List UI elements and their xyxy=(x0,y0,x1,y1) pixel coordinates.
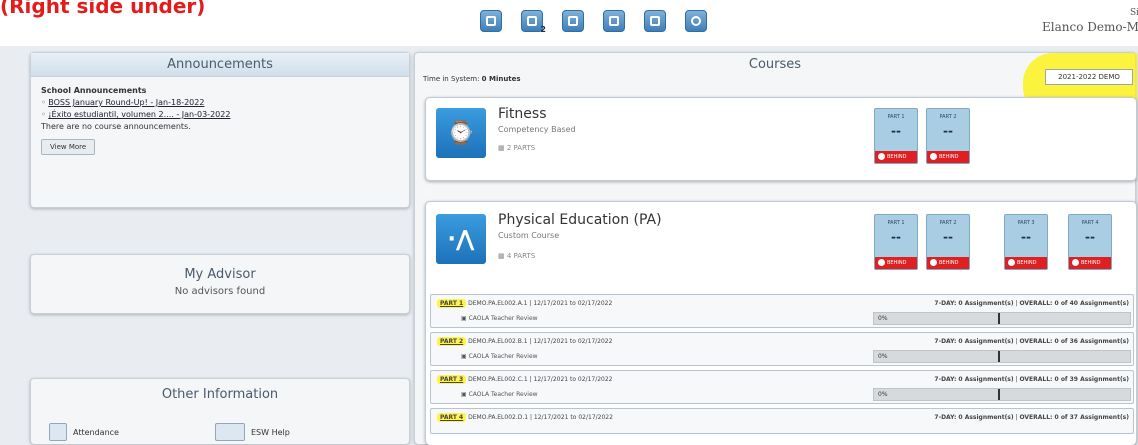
no-course-announcements: There are no course announcements. xyxy=(41,122,191,131)
annotation-red-text: (Right side under) xyxy=(0,0,206,18)
behind-badge: BEHIND xyxy=(1069,257,1111,269)
progress-bar: 0% xyxy=(873,350,1131,363)
assignment-summary: 7-DAY: 0 Assignment(s) | OVERALL: 0 of 3… xyxy=(934,376,1129,383)
progress-bar: 0% xyxy=(873,312,1131,325)
course-parts-count: ▦ 2 PARTS xyxy=(498,144,536,152)
course-name[interactable]: Physical Education (PA) xyxy=(498,212,662,228)
course-type: Custom Course xyxy=(498,231,560,240)
view-more-button[interactable]: View More xyxy=(41,139,96,155)
courses-panel: Courses Time in System: 0 Minutes 2021-2… xyxy=(414,52,1137,445)
part-box[interactable]: PART 4 -- BEHIND xyxy=(1068,214,1112,270)
behind-badge: BEHIND xyxy=(927,257,969,269)
year-select[interactable]: 2021-2022 DEMO xyxy=(1045,69,1133,85)
advisor-panel: My Advisor No advisors found xyxy=(30,254,410,314)
top-bar: (Right side under) 2 Elanco Demo-M Si xyxy=(0,0,1138,46)
announcement-link[interactable]: BOSS January Round-Up! - Jan-18-2022 xyxy=(48,98,204,107)
transcript-icon[interactable]: 2 xyxy=(521,10,546,34)
behind-badge: BEHIND xyxy=(875,151,917,163)
part-link[interactable]: PART 4 xyxy=(437,413,467,422)
chart-icon[interactable] xyxy=(603,10,625,32)
advisor-text: No advisors found xyxy=(174,286,266,297)
esw-help-link[interactable]: ESW Help xyxy=(215,423,290,441)
announcements-panel: Announcements School Announcements ◦ BOS… xyxy=(30,52,410,208)
school-announcements-heading: School Announcements xyxy=(41,86,147,95)
progress-bar: 0% xyxy=(873,388,1131,401)
other-info-panel: Other Information Attendance ESW Help xyxy=(30,378,410,444)
other-info-title: Other Information xyxy=(161,387,279,402)
part-link[interactable]: PART 3 xyxy=(437,375,467,384)
home-icon[interactable] xyxy=(480,10,502,32)
clipboard-icon xyxy=(49,423,67,441)
reviewer: ▣ CAOLA Teacher Review xyxy=(461,353,538,360)
behind-badge: BEHIND xyxy=(875,257,917,269)
toolbar: 2 xyxy=(480,10,707,34)
course-parts-count: ▦ 4 PARTS xyxy=(498,252,536,260)
part-row[interactable]: PART 4 DEMO.PA.EL002.D.1 | 12/17/2021 to… xyxy=(430,408,1134,434)
time-in-system: Time in System: 0 Minutes xyxy=(423,75,521,83)
calendar-icon[interactable] xyxy=(644,10,666,32)
course-card-pe: ·⋀ Physical Education (PA) Custom Course… xyxy=(425,201,1137,445)
attendance-link[interactable]: Attendance xyxy=(49,423,119,441)
courses-title: Courses xyxy=(748,57,802,72)
reviewer: ▣ CAOLA Teacher Review xyxy=(461,315,538,322)
assignment-summary: 7-DAY: 0 Assignment(s) | OVERALL: 0 of 3… xyxy=(934,338,1129,345)
announcement-link[interactable]: ¡Éxito estudiantil, volumen 2.... - Jan-… xyxy=(48,110,230,119)
announcements-title: Announcements xyxy=(31,53,409,77)
part-link[interactable]: PART 1 xyxy=(437,299,467,308)
annotation-title: (Right side under) xyxy=(0,0,205,18)
course-card-fitness[interactable]: ⌚ Fitness Competency Based ▦ 2 PARTS PAR… xyxy=(425,97,1137,181)
part-box[interactable]: PART 1 -- BEHIND xyxy=(874,214,918,270)
part-row[interactable]: PART 1 DEMO.PA.EL002.A.1 | 12/17/2021 to… xyxy=(430,294,1134,328)
mail-icon[interactable] xyxy=(562,10,584,32)
course-type: Competency Based xyxy=(498,125,576,134)
course-name[interactable]: Fitness xyxy=(498,106,547,122)
assignment-summary: 7-DAY: 0 Assignment(s) | OVERALL: 0 of 3… xyxy=(934,414,1129,421)
reviewer: ▣ CAOLA Teacher Review xyxy=(461,391,538,398)
user-corner: Si xyxy=(1130,8,1138,18)
behind-badge: BEHIND xyxy=(1005,257,1047,269)
part-box[interactable]: PART 1 -- BEHIND xyxy=(874,108,918,164)
part-row[interactable]: PART 3 DEMO.PA.EL002.C.1 | 12/17/2021 to… xyxy=(430,370,1134,404)
assignment-summary: 7-DAY: 0 Assignment(s) | OVERALL: 0 of 4… xyxy=(934,300,1129,307)
part-box[interactable]: PART 2 -- BEHIND xyxy=(926,108,970,164)
help-icon[interactable] xyxy=(685,10,707,32)
help-window-icon xyxy=(215,423,245,441)
user-name[interactable]: Elanco Demo-M Si xyxy=(1042,8,1138,34)
part-box[interactable]: PART 2 -- BEHIND xyxy=(926,214,970,270)
behind-badge: BEHIND xyxy=(927,151,969,163)
part-link[interactable]: PART 2 xyxy=(437,337,467,346)
advisor-title: My Advisor xyxy=(184,267,256,282)
runner-icon: ·⋀ xyxy=(436,214,486,264)
watch-icon: ⌚ xyxy=(436,108,486,158)
transcript-count: 2 xyxy=(540,25,546,34)
part-row[interactable]: PART 2 DEMO.PA.EL002.B.1 | 12/17/2021 to… xyxy=(430,332,1134,366)
part-box[interactable]: PART 3 -- BEHIND xyxy=(1004,214,1048,270)
